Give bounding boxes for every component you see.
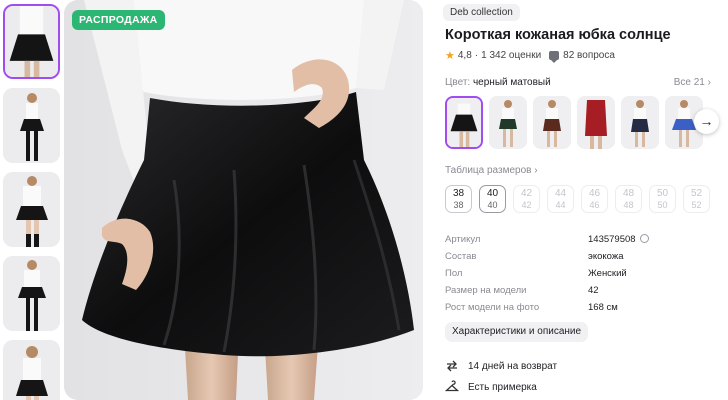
spec-label-article: Артикул	[445, 234, 481, 245]
thumbnail-4[interactable]	[3, 256, 60, 331]
spec-label-composition: Состав	[445, 251, 477, 262]
characteristics-button[interactable]: Характеристики и описание	[445, 322, 589, 342]
size-intl: 40	[487, 200, 498, 210]
size-option[interactable]: 48 48	[615, 185, 642, 213]
perk-returns-text: 14 дней на возврат	[468, 360, 558, 372]
thumbnail-5[interactable]	[3, 340, 60, 400]
size-intl: 42	[521, 200, 532, 210]
spec-value-model-height: 168 см	[588, 302, 618, 313]
perk-returns: 14 дней на возврат	[445, 359, 557, 373]
size-option[interactable]: 46 46	[581, 185, 608, 213]
perk-fitting: Есть примерка	[445, 380, 537, 394]
color-label-prefix: Цвет:	[445, 77, 471, 88]
size-ru: 44	[554, 188, 567, 199]
thumbnail-3[interactable]	[3, 172, 60, 247]
spec-value-model-size: 42	[588, 285, 599, 296]
color-value: черный матовый	[472, 77, 551, 88]
rating-value: 4,8	[457, 50, 472, 61]
size-intl: 44	[555, 200, 566, 210]
size-option[interactable]: 50 50	[649, 185, 676, 213]
color-swatch-2[interactable]	[489, 96, 527, 149]
thumbnail-1[interactable]	[3, 4, 60, 79]
rating-row: ★ 4,8 · 1 342 оценки 82 вопроса	[445, 49, 615, 63]
size-ru: 48	[622, 188, 635, 199]
chevron-right-icon: ›	[707, 77, 711, 88]
size-intl: 38	[453, 200, 464, 210]
size-ru: 50	[656, 188, 669, 199]
size-option[interactable]: 44 44	[547, 185, 574, 213]
color-swatch-5[interactable]	[621, 96, 659, 149]
chevron-right-icon: ›	[534, 165, 538, 176]
spec-value-composition: экокожа	[588, 251, 624, 262]
questions-count[interactable]: 82 вопроса	[563, 50, 615, 61]
main-product-photo[interactable]	[64, 0, 423, 400]
all-colors-link[interactable]: Все 21 ›	[674, 77, 711, 88]
product-title: Короткая кожаная юбка солнце	[445, 27, 671, 43]
perk-fitting-text: Есть примерка	[468, 381, 537, 393]
size-table-link[interactable]: Таблица размеров ›	[445, 165, 538, 176]
size-intl: 52	[691, 200, 702, 210]
size-table-label: Таблица размеров	[445, 165, 532, 176]
spec-value-gender: Женский	[588, 268, 627, 279]
color-swatch-1[interactable]	[445, 96, 483, 149]
product-info-panel: Deb collection Короткая кожаная юбка сол…	[437, 0, 728, 400]
all-colors-label: Все 21	[673, 77, 705, 88]
size-intl: 46	[589, 200, 600, 210]
rating-separator: ·	[474, 50, 479, 61]
sale-badge: РАСПРОДАЖА	[72, 10, 165, 30]
thumbnail-gallery	[0, 0, 64, 400]
size-intl: 48	[623, 200, 634, 210]
arrow-right-icon: →	[699, 113, 714, 129]
brand-chip[interactable]: Deb collection	[443, 4, 520, 21]
copy-icon[interactable]	[639, 234, 649, 243]
thumbnail-2[interactable]	[3, 88, 60, 163]
spec-label-gender: Пол	[445, 268, 463, 279]
color-label: Цвет: черный матовый	[445, 77, 551, 88]
hanger-icon	[445, 380, 459, 392]
article-number: 143579508	[588, 234, 636, 245]
star-icon: ★	[445, 50, 455, 62]
size-ru: 52	[690, 188, 703, 199]
size-option[interactable]: 38 38	[445, 185, 472, 213]
size-ru: 46	[588, 188, 601, 199]
spec-value-article: 143579508	[588, 234, 649, 245]
spec-label-model-size: Размер на модели	[445, 285, 527, 296]
size-ru: 42	[520, 188, 533, 199]
color-swatch-4[interactable]	[577, 96, 615, 149]
color-swatch-3[interactable]	[533, 96, 571, 149]
size-option[interactable]: 42 42	[513, 185, 540, 213]
reviews-count[interactable]: 1 342 оценки	[481, 50, 541, 61]
questions-icon	[549, 51, 560, 63]
size-ru: 38	[452, 188, 465, 199]
size-option[interactable]: 40 40	[479, 185, 506, 213]
size-intl: 50	[657, 200, 668, 210]
size-ru: 40	[486, 188, 499, 199]
next-colors-button[interactable]: →	[694, 109, 719, 134]
spec-label-model-height: Рост модели на фото	[445, 302, 540, 313]
size-option[interactable]: 52 52	[683, 185, 710, 213]
return-arrows-icon	[447, 360, 457, 372]
